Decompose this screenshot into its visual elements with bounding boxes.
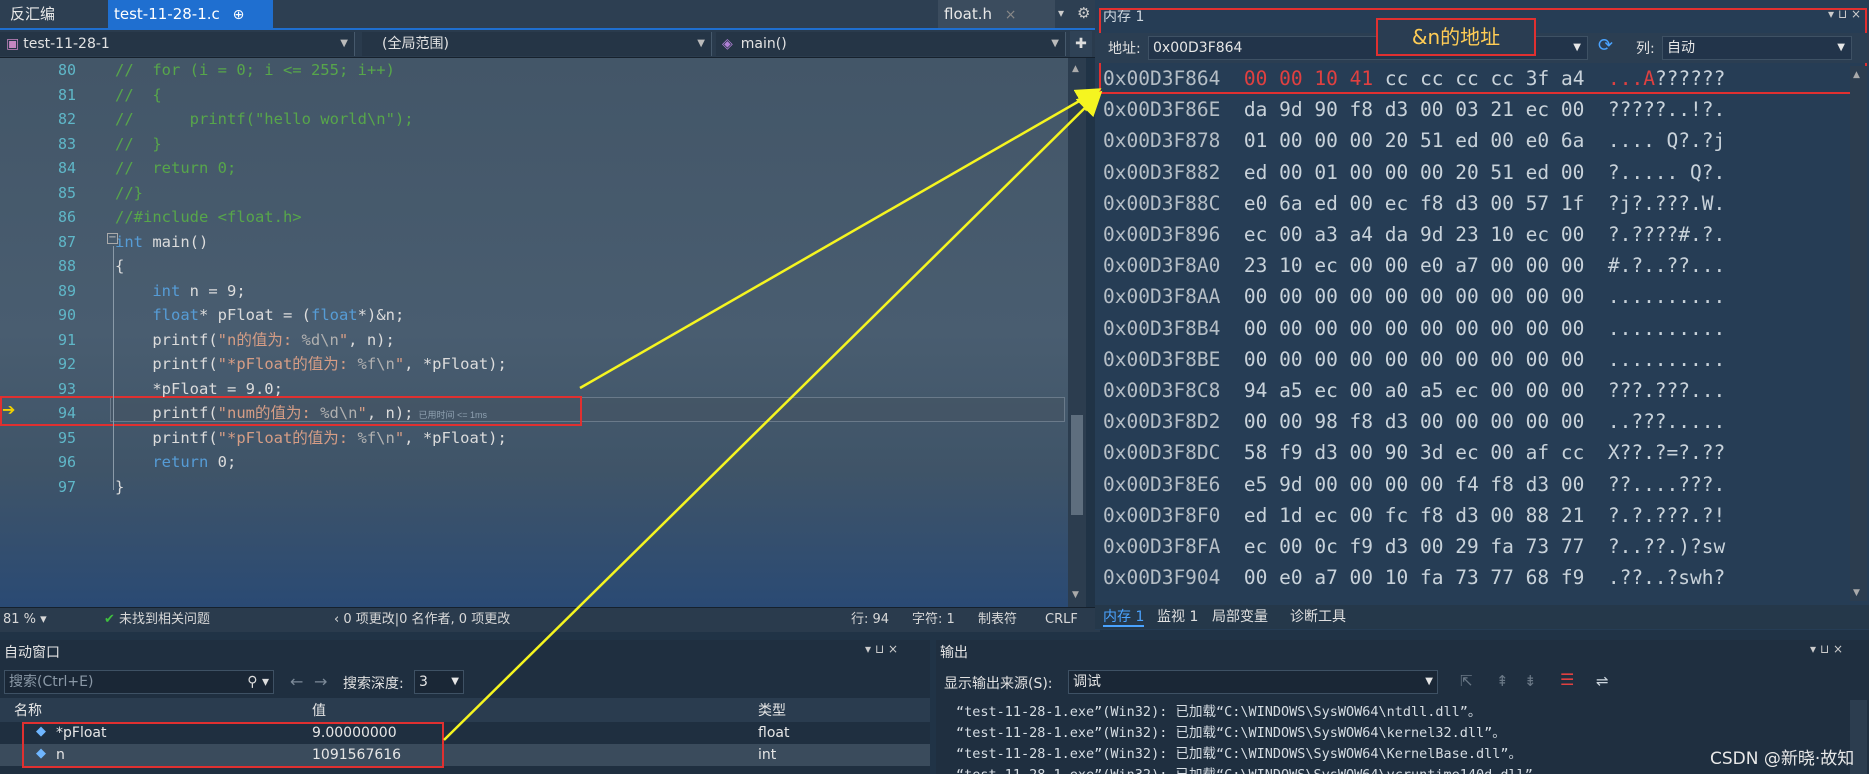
ide-window: 反汇编 test-11-28-1.c ⊕ × float.h × ▾ ⚙ ▣te… [0, 0, 1869, 774]
arrow-autos-to-memory [443, 90, 1103, 741]
arrow-line94-to-memory [579, 88, 1102, 390]
annotation-arrows [443, 88, 1103, 741]
